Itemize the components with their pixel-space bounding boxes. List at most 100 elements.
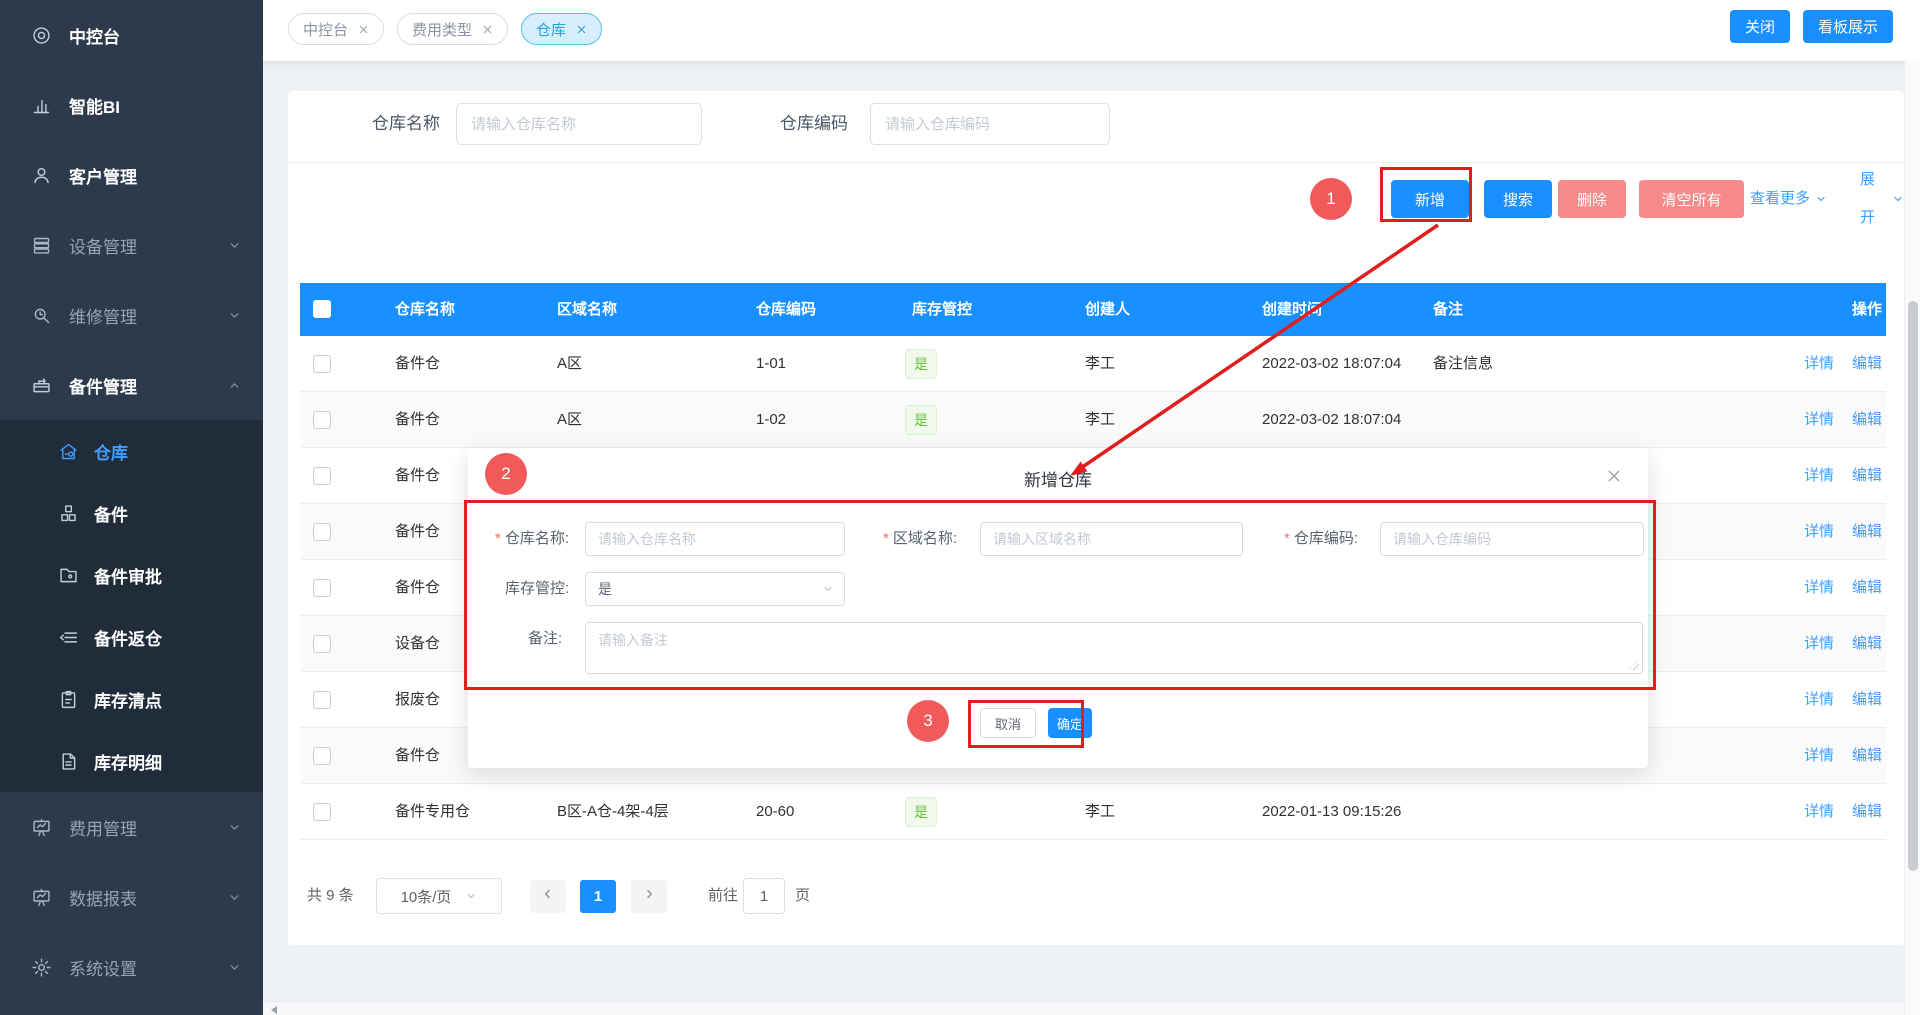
- cell-warehouse-name: 设备仓: [395, 616, 440, 672]
- detail-link[interactable]: 详情: [1804, 803, 1834, 820]
- sidebar-item-reports[interactable]: 数据报表: [0, 862, 263, 932]
- edit-link[interactable]: 编辑: [1852, 411, 1882, 428]
- clear-all-button[interactable]: 清空所有: [1639, 180, 1744, 218]
- repair-icon: [30, 304, 52, 326]
- tab-label: 费用类型: [412, 19, 472, 40]
- detail-icon: [57, 750, 79, 772]
- sidebar-item-console[interactable]: 中控台: [0, 0, 263, 70]
- page-size-select[interactable]: 10条/页: [376, 878, 502, 914]
- stock-control-select[interactable]: 是: [585, 572, 845, 606]
- tab-close-icon[interactable]: [358, 24, 369, 35]
- confirm-button[interactable]: 确定: [1048, 708, 1092, 738]
- row-actions: 详情 编辑: [1786, 504, 1882, 560]
- edit-link[interactable]: 编辑: [1852, 635, 1882, 652]
- submenu-item-stocktake[interactable]: 库存清点: [0, 668, 263, 730]
- column-header-creator: 创建人: [1085, 283, 1130, 336]
- row-checkbox[interactable]: [313, 579, 331, 597]
- sidebar-menu-bottom: 费用管理数据报表系统设置: [0, 792, 263, 1002]
- row-checkbox[interactable]: [313, 467, 331, 485]
- cancel-button[interactable]: 取消: [980, 708, 1036, 738]
- row-checkbox[interactable]: [313, 635, 331, 653]
- close-button[interactable]: 关闭: [1730, 10, 1790, 43]
- next-page-button[interactable]: [631, 880, 667, 913]
- sidebar-item-repair[interactable]: 维修管理: [0, 280, 263, 350]
- goto-page-input[interactable]: [743, 878, 785, 914]
- cell-remark: 备注信息: [1433, 336, 1493, 392]
- stock-control-tag: 是: [905, 405, 937, 435]
- menu-label: 库存明细: [94, 749, 162, 774]
- edit-link[interactable]: 编辑: [1852, 579, 1882, 596]
- sidebar-item-customers[interactable]: 客户管理: [0, 140, 263, 210]
- tab-warehouse[interactable]: 仓库: [521, 13, 602, 45]
- cell-warehouse-name: 备件专用仓: [395, 784, 470, 840]
- detail-link[interactable]: 详情: [1804, 411, 1834, 428]
- expand-link[interactable]: 展开: [1860, 180, 1904, 218]
- edit-link[interactable]: 编辑: [1852, 467, 1882, 484]
- detail-link[interactable]: 详情: [1804, 747, 1834, 764]
- settings-icon: [30, 956, 52, 978]
- edit-link[interactable]: 编辑: [1852, 803, 1882, 820]
- add-button[interactable]: 新增: [1391, 180, 1469, 218]
- required-star: *: [883, 530, 889, 547]
- menu-label: 数据报表: [69, 885, 137, 910]
- cell-created-time: 2022-01-13 09:15:26: [1262, 784, 1401, 840]
- warehouse-code-filter-input[interactable]: [870, 103, 1110, 145]
- view-more-link[interactable]: 查看更多: [1750, 180, 1827, 218]
- select-all-checkbox[interactable]: [313, 300, 331, 318]
- delete-button[interactable]: 删除: [1558, 180, 1626, 218]
- submenu-item-parts-approval[interactable]: 备件审批: [0, 544, 263, 606]
- cell-warehouse-name: 备件仓: [395, 504, 440, 560]
- submenu-item-stock-detail[interactable]: 库存明细: [0, 730, 263, 792]
- cell-warehouse-name: 备件仓: [395, 448, 440, 504]
- menu-label: 设备管理: [69, 233, 137, 258]
- row-checkbox[interactable]: [313, 803, 331, 821]
- row-checkbox[interactable]: [313, 747, 331, 765]
- detail-link[interactable]: 详情: [1804, 355, 1834, 372]
- modal-warehouse-name-label: *仓库名称:: [495, 522, 569, 556]
- board-display-button[interactable]: 看板展示: [1803, 10, 1893, 43]
- modal-close-icon[interactable]: [1606, 468, 1622, 484]
- stock-control-value: 是: [598, 581, 612, 597]
- edit-link[interactable]: 编辑: [1852, 747, 1882, 764]
- tab-expense-type[interactable]: 费用类型: [397, 13, 508, 45]
- detail-link[interactable]: 详情: [1804, 691, 1834, 708]
- tab-console[interactable]: 中控台: [288, 13, 384, 45]
- tab-close-icon[interactable]: [482, 24, 493, 35]
- menu-label: 备件管理: [69, 373, 137, 398]
- detail-link[interactable]: 详情: [1804, 635, 1834, 652]
- search-button[interactable]: 搜索: [1484, 180, 1552, 218]
- prev-page-button[interactable]: [530, 880, 566, 913]
- edit-link[interactable]: 编辑: [1852, 523, 1882, 540]
- remark-textarea[interactable]: [585, 622, 1643, 674]
- menu-label: 维修管理: [69, 303, 137, 328]
- submenu-item-parts-return[interactable]: 备件返仓: [0, 606, 263, 668]
- cell-warehouse-name: 备件仓: [395, 392, 440, 448]
- vertical-scrollbar-thumb[interactable]: [1908, 301, 1918, 871]
- edit-link[interactable]: 编辑: [1852, 355, 1882, 372]
- sidebar-item-spares[interactable]: 备件管理: [0, 350, 263, 420]
- modal-warehouse-name-input[interactable]: [585, 522, 845, 556]
- detail-link[interactable]: 详情: [1804, 579, 1834, 596]
- stock-control-label: 库存管控:: [505, 572, 569, 606]
- sidebar-item-settings[interactable]: 系统设置: [0, 932, 263, 1002]
- row-checkbox[interactable]: [313, 355, 331, 373]
- edit-link[interactable]: 编辑: [1852, 691, 1882, 708]
- submenu-item-parts[interactable]: 备件: [0, 482, 263, 544]
- column-header-created-time: 创建时间: [1262, 283, 1322, 336]
- row-checkbox[interactable]: [313, 523, 331, 541]
- menu-label: 费用管理: [69, 815, 137, 840]
- detail-link[interactable]: 详情: [1804, 523, 1834, 540]
- modal-warehouse-code-input[interactable]: [1380, 522, 1644, 556]
- detail-link[interactable]: 详情: [1804, 467, 1834, 484]
- tab-close-icon[interactable]: [576, 24, 587, 35]
- sidebar-item-devices[interactable]: 设备管理: [0, 210, 263, 280]
- row-checkbox[interactable]: [313, 411, 331, 429]
- sidebar-item-bi[interactable]: 智能BI: [0, 70, 263, 140]
- warehouse-name-filter-input[interactable]: [456, 103, 702, 145]
- page-1-button[interactable]: 1: [580, 880, 616, 913]
- modal-area-name-input[interactable]: [980, 522, 1243, 556]
- row-checkbox[interactable]: [313, 691, 331, 709]
- submenu-item-warehouse[interactable]: 仓库: [0, 420, 263, 482]
- scroll-left-arrow-icon[interactable]: [271, 1006, 277, 1014]
- sidebar-item-expense[interactable]: 费用管理: [0, 792, 263, 862]
